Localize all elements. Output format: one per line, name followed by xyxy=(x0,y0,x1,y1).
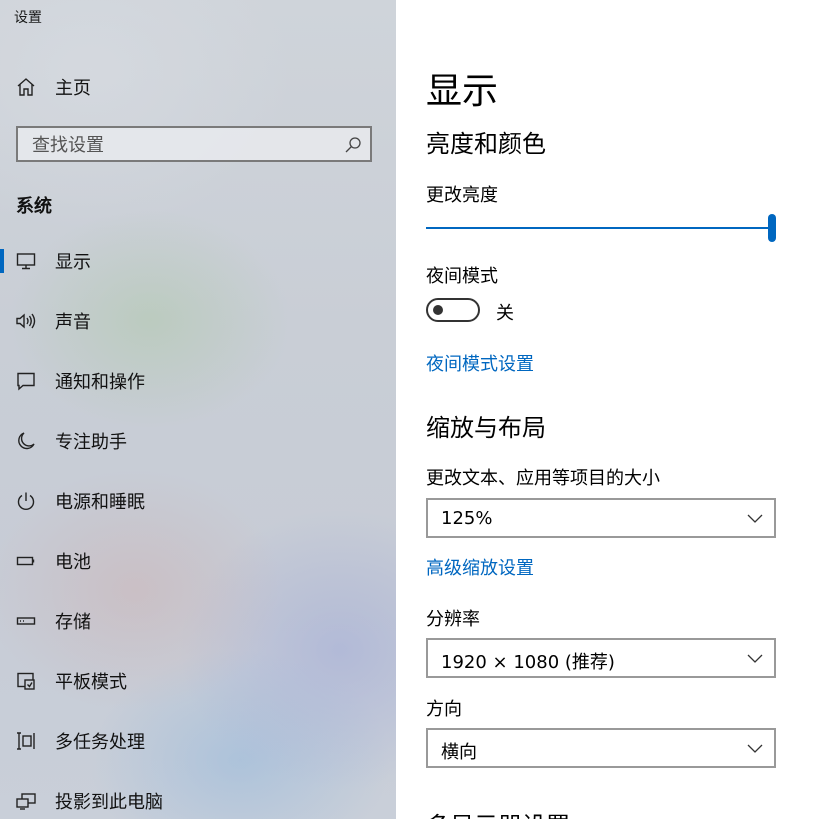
sidebar-item-storage[interactable]: 存储 xyxy=(0,601,396,641)
sidebar-item-label: 声音 xyxy=(55,312,91,333)
chevron-down-icon xyxy=(747,654,763,663)
sidebar-item-sound[interactable]: 声音 xyxy=(0,301,396,341)
sidebar-item-label: 显示 xyxy=(55,252,91,273)
search-icon[interactable] xyxy=(344,136,362,154)
sidebar-item-notifications[interactable]: 通知和操作 xyxy=(0,361,396,401)
scale-dropdown[interactable]: 125% xyxy=(426,498,776,538)
sidebar-item-label: 多任务处理 xyxy=(55,732,145,753)
resolution-value: 1920 × 1080 (推荐) xyxy=(441,652,615,673)
night-mode-state: 关 xyxy=(496,303,514,324)
sidebar-item-label: 专注助手 xyxy=(55,432,127,453)
scale-layout-heading: 缩放与布局 xyxy=(426,414,546,442)
sidebar-item-focus-assist[interactable]: 专注助手 xyxy=(0,421,396,461)
resolution-label: 分辨率 xyxy=(426,609,480,630)
speaker-icon xyxy=(14,309,38,333)
sidebar-item-label: 平板模式 xyxy=(55,672,127,693)
sidebar-item-home[interactable]: 主页 xyxy=(0,67,396,107)
scale-label: 更改文本、应用等项目的大小 xyxy=(426,468,660,489)
sidebar: 设置 主页 系统 xyxy=(0,0,396,819)
orientation-value: 横向 xyxy=(441,742,477,763)
slider-track-filled xyxy=(426,227,768,229)
sidebar-item-tablet-mode[interactable]: 平板模式 xyxy=(0,661,396,701)
selection-indicator xyxy=(0,249,4,273)
resolution-dropdown[interactable]: 1920 × 1080 (推荐) xyxy=(426,638,776,678)
main-content: 显示 亮度和颜色 更改亮度 夜间模式 关 夜间模式设置 缩放与布局 更改文本、应… xyxy=(396,0,836,819)
sidebar-item-multitasking[interactable]: 多任务处理 xyxy=(0,721,396,761)
battery-icon xyxy=(14,549,38,573)
storage-icon xyxy=(14,609,38,633)
sidebar-item-label: 电源和睡眠 xyxy=(55,492,145,513)
moon-icon xyxy=(14,429,38,453)
brightness-label: 更改亮度 xyxy=(426,185,498,206)
app-title: 设置 xyxy=(14,10,42,26)
sidebar-item-power-sleep[interactable]: 电源和睡眠 xyxy=(0,481,396,521)
sidebar-item-label: 主页 xyxy=(55,78,91,99)
slider-thumb[interactable] xyxy=(768,214,776,242)
power-icon xyxy=(14,489,38,513)
sidebar-item-label: 通知和操作 xyxy=(55,372,145,393)
sidebar-item-project-to-pc[interactable]: 投影到此电脑 xyxy=(0,781,396,819)
notification-icon xyxy=(14,369,38,393)
brightness-slider[interactable] xyxy=(426,214,776,244)
monitor-icon xyxy=(14,249,38,273)
sidebar-item-label: 投影到此电脑 xyxy=(55,792,163,813)
sidebar-item-display[interactable]: 显示 xyxy=(0,241,396,281)
night-mode-toggle[interactable] xyxy=(426,298,480,322)
search-input[interactable] xyxy=(30,133,334,157)
multi-display-heading: 多显示器设置 xyxy=(426,806,570,819)
sidebar-item-label: 存储 xyxy=(55,612,91,633)
brightness-color-heading: 亮度和颜色 xyxy=(426,130,546,158)
advanced-scaling-link[interactable]: 高级缩放设置 xyxy=(426,554,534,580)
scale-value: 125% xyxy=(441,508,493,529)
tablet-mode-icon xyxy=(14,669,38,693)
search-box[interactable] xyxy=(16,126,372,162)
chevron-down-icon xyxy=(747,514,763,523)
night-mode-settings-link[interactable]: 夜间模式设置 xyxy=(426,350,534,376)
settings-window: 设置 主页 系统 xyxy=(0,0,836,819)
chevron-down-icon xyxy=(747,744,763,753)
page-title: 显示 xyxy=(426,71,499,112)
night-mode-label: 夜间模式 xyxy=(426,266,498,287)
toggle-knob xyxy=(433,305,443,315)
project-icon xyxy=(14,789,38,813)
multitasking-icon xyxy=(14,729,38,753)
orientation-label: 方向 xyxy=(426,699,462,720)
sidebar-item-label: 电池 xyxy=(55,552,91,573)
sidebar-item-battery[interactable]: 电池 xyxy=(0,541,396,581)
sidebar-section-heading: 系统 xyxy=(16,196,52,217)
orientation-dropdown[interactable]: 横向 xyxy=(426,728,776,768)
home-icon xyxy=(14,75,38,99)
